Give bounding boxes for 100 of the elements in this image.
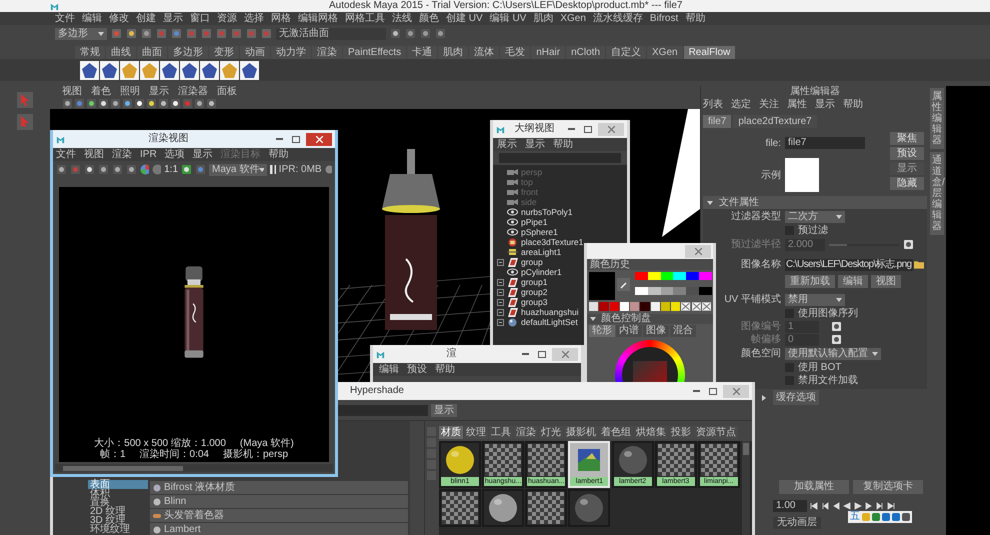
playback-icon[interactable] xyxy=(810,502,818,510)
menu-item[interactable]: 编辑网格 xyxy=(298,14,338,24)
bin-tab[interactable]: 纹理 xyxy=(464,426,488,439)
dropdown[interactable]: 使用默认输入配置 xyxy=(785,348,881,360)
shelf-tab[interactable]: 动力学 xyxy=(271,46,311,59)
viewport-tool-icon[interactable] xyxy=(206,98,217,108)
menu-item[interactable]: 创建 UV xyxy=(446,14,483,24)
color-swatch[interactable] xyxy=(630,302,640,311)
time-field[interactable]: 1.00 xyxy=(773,500,807,512)
action-button[interactable]: 编辑 xyxy=(838,274,868,288)
bin-tab[interactable]: 材质 xyxy=(439,426,463,439)
color-swatch[interactable] xyxy=(589,302,598,311)
outliner-item[interactable]: nurbsToPoly1 xyxy=(521,208,573,216)
color-swatch[interactable] xyxy=(599,302,608,311)
menu-item[interactable]: 创建 xyxy=(136,14,156,24)
tool-icon[interactable] xyxy=(435,28,446,39)
outliner-item[interactable]: place3dTexture1 xyxy=(521,238,584,246)
maximize-button[interactable] xyxy=(581,123,595,135)
action-button[interactable]: 视图 xyxy=(871,274,901,288)
ratio-button[interactable]: 1:1 xyxy=(164,164,178,174)
shelf-tool-icon[interactable] xyxy=(180,60,199,80)
playback-icon[interactable] xyxy=(821,502,829,510)
close-button[interactable] xyxy=(306,132,332,146)
outliner-item[interactable]: group2 xyxy=(521,288,548,296)
shelf-tool-icon[interactable] xyxy=(140,60,159,80)
category-item[interactable]: 3D 纹理 xyxy=(88,516,148,525)
menu-item[interactable]: 编辑 xyxy=(379,364,399,374)
bin-tab[interactable]: 资源节点 xyxy=(694,426,738,439)
menu-item[interactable]: 显示 xyxy=(815,100,835,110)
color-swatch[interactable] xyxy=(648,286,661,294)
menu-item[interactable]: 资源 xyxy=(217,14,237,24)
action-button[interactable]: 复制选项卡 xyxy=(853,480,923,494)
color-swatch[interactable] xyxy=(640,302,650,311)
viewport-tool-icon[interactable] xyxy=(122,98,133,108)
viewport-tool-icon[interactable] xyxy=(98,98,109,108)
folder-icon[interactable] xyxy=(914,260,924,269)
menu-item[interactable]: 显示 xyxy=(192,150,213,160)
rgb-channels-icon[interactable] xyxy=(140,164,150,175)
menu-item[interactable]: 帮助 xyxy=(843,100,863,110)
panel-menu-item[interactable]: 显示 xyxy=(149,86,169,96)
menu-item[interactable]: 流水线缓存 xyxy=(592,14,643,24)
bin-tab[interactable]: 投影 xyxy=(669,426,693,439)
menu-item[interactable]: 展示 xyxy=(497,140,517,150)
panel-menu-item[interactable]: 着色 xyxy=(91,86,111,96)
filter-field[interactable] xyxy=(499,153,621,163)
close-button[interactable] xyxy=(685,244,711,258)
shelf-tool-icon[interactable] xyxy=(120,60,139,80)
shelf-tab[interactable]: nCloth xyxy=(566,46,605,59)
maximize-button[interactable] xyxy=(535,348,549,360)
viewport-tool-icon[interactable] xyxy=(62,98,73,108)
viewport-tool-icon[interactable] xyxy=(86,98,97,108)
expand-icon[interactable] xyxy=(496,308,504,316)
menu-item[interactable]: 肌肉 xyxy=(533,14,554,24)
shelf-tool-icon[interactable] xyxy=(80,60,99,80)
shelf-tab[interactable]: RealFlow xyxy=(684,46,736,59)
bin-tab[interactable]: 摄影机 xyxy=(564,426,598,439)
shelf-tool-icon[interactable] xyxy=(100,60,119,80)
viewport-tool-icon[interactable] xyxy=(134,98,145,108)
expand-icon[interactable] xyxy=(496,288,504,296)
material-swatch[interactable] xyxy=(568,489,610,527)
menu-item[interactable]: 选择 xyxy=(244,14,264,24)
viewport-tool-icon[interactable] xyxy=(158,98,169,108)
path-field[interactable]: C:\Users\LEF\Desktop\标志.png xyxy=(785,258,913,270)
bin-tab[interactable]: 渲染 xyxy=(514,426,538,439)
render-tool-icon[interactable] xyxy=(112,164,123,175)
outliner-item[interactable]: huazhuangshui xyxy=(521,308,579,316)
side-button[interactable]: 聚焦 xyxy=(890,132,924,145)
color-swatch[interactable] xyxy=(686,286,700,294)
map-icon[interactable] xyxy=(831,334,842,345)
category-item[interactable]: 体积 xyxy=(88,489,148,498)
shelf-tab[interactable]: 自定义 xyxy=(606,46,646,59)
tool-icon[interactable] xyxy=(420,28,431,39)
category-item[interactable]: 表面 xyxy=(88,480,148,489)
category-item[interactable]: 置换 xyxy=(88,498,148,507)
viewport-tool-icon[interactable] xyxy=(194,98,205,108)
shelf-tab[interactable]: 卡通 xyxy=(407,46,438,59)
maximize-button[interactable] xyxy=(706,385,720,397)
menu-item[interactable]: 网格工具 xyxy=(345,14,385,24)
color-swatch[interactable] xyxy=(671,302,680,311)
menu-item[interactable]: 视图 xyxy=(84,150,104,160)
playback-icon[interactable] xyxy=(876,502,884,510)
expand-icon[interactable] xyxy=(496,298,504,306)
dropdown[interactable]: 禁用 xyxy=(785,294,845,306)
color-swatch[interactable] xyxy=(635,272,648,280)
category-item[interactable]: 环境纹理 xyxy=(88,525,148,534)
node-name-field[interactable]: file7 xyxy=(785,137,865,149)
menu-item[interactable]: 窗口 xyxy=(190,14,210,24)
menu-item[interactable]: 显示 xyxy=(163,14,183,24)
color-swatch[interactable] xyxy=(660,286,674,294)
menu-item[interactable]: 帮助 xyxy=(685,14,706,24)
wheel-tab[interactable]: 轮形 xyxy=(589,325,615,337)
action-button[interactable]: 加载属性 xyxy=(779,480,849,494)
viewport-tool-icon[interactable] xyxy=(170,98,181,108)
shelf-tab[interactable]: 变形 xyxy=(209,46,239,59)
show-button[interactable]: 显示 xyxy=(431,404,457,416)
color-swatch[interactable] xyxy=(635,286,648,294)
shelf-tab[interactable]: 曲线 xyxy=(106,46,136,59)
side-button[interactable]: 隐藏 xyxy=(890,177,924,190)
menu-item[interactable]: 编辑 xyxy=(82,14,102,24)
color-swatch[interactable] xyxy=(673,286,686,294)
